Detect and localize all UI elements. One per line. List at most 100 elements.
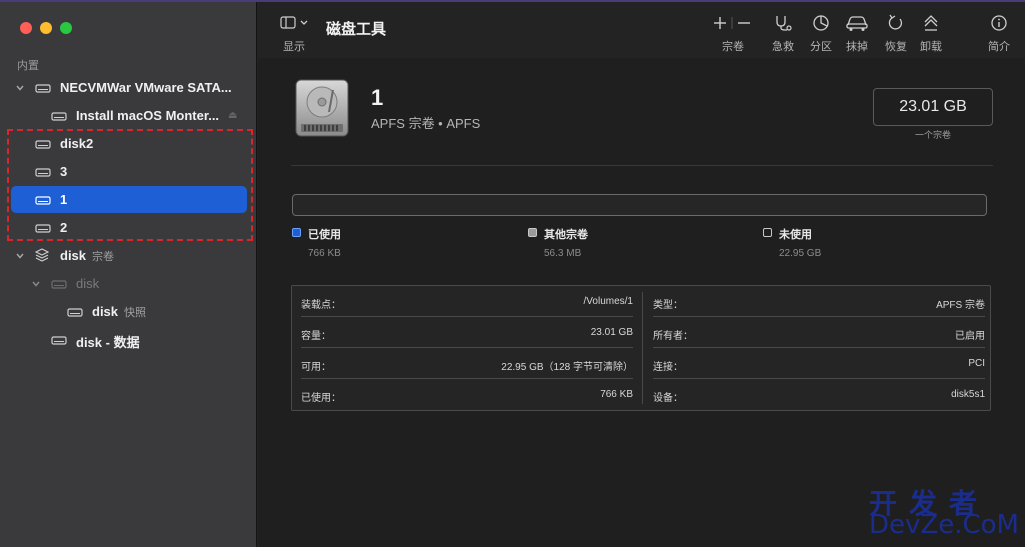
eject-icon[interactable]: ⏏ bbox=[228, 110, 237, 121]
info-value: 已启用 bbox=[955, 331, 985, 342]
drive-icon bbox=[35, 140, 51, 149]
app-title: 磁盘工具 bbox=[326, 21, 387, 38]
sidebar-item-label: 1 bbox=[60, 192, 68, 207]
view-toggle-button[interactable] bbox=[280, 14, 310, 32]
drive-icon bbox=[67, 308, 83, 317]
legend-used-value: 766 KB bbox=[308, 248, 341, 259]
usage-bar bbox=[292, 194, 987, 216]
info-row-capacity: 容量： 23.01 GB bbox=[301, 317, 633, 348]
sidebar-item-label: Install macOS Monter... bbox=[76, 108, 220, 123]
sidebar-item-volume-2[interactable]: 2 bbox=[11, 214, 247, 241]
drive-icon bbox=[51, 280, 67, 289]
drive-icon bbox=[35, 84, 51, 93]
info-key: 装载点： bbox=[301, 300, 341, 311]
drive-icon bbox=[35, 196, 51, 205]
sidebar-item-label: disk - 数据 bbox=[76, 335, 140, 350]
car-eraser-icon bbox=[846, 16, 868, 31]
sidebar-item-label: NECVMWar VMware SATA... bbox=[60, 80, 232, 95]
sidebar-item-disk2[interactable]: disk2 bbox=[11, 130, 247, 157]
legend-used-label: 已使用 bbox=[308, 229, 341, 241]
close-window-button[interactable] bbox=[20, 22, 32, 34]
info-key: 可用： bbox=[301, 362, 331, 373]
unmount-button[interactable] bbox=[921, 14, 941, 32]
sidebar-item-volume-1[interactable]: 1 bbox=[11, 186, 247, 213]
layers-icon bbox=[35, 248, 49, 262]
toolbar-label-volume: 宗卷 bbox=[722, 41, 744, 53]
used-swatch bbox=[292, 228, 301, 237]
sidebar-item-install-macos[interactable]: Install macOS Monter... ⏏ bbox=[11, 102, 247, 129]
sidebar-item-disk-volume[interactable]: disk bbox=[11, 270, 247, 297]
drive-icon bbox=[35, 168, 51, 177]
view-label: 显示 bbox=[283, 41, 305, 53]
info-icon bbox=[991, 15, 1007, 31]
info-value: /Volumes/1 bbox=[583, 296, 633, 307]
site-watermark: 开发者 DevZe.CoM bbox=[865, 482, 1025, 542]
volume-size-box: 23.01 GB bbox=[873, 88, 993, 126]
sidebar-item-physical-disk[interactable]: NECVMWar VMware SATA... bbox=[11, 74, 247, 101]
sidebar-item-label: disk 快照 bbox=[92, 304, 147, 319]
toolbar-label-erase: 抹掉 bbox=[846, 41, 868, 53]
minimize-window-button[interactable] bbox=[40, 22, 52, 34]
info-key: 所有者： bbox=[653, 331, 693, 342]
info-row-type: 类型： APFS 宗卷 bbox=[653, 286, 985, 317]
free-swatch bbox=[763, 228, 772, 237]
info-divider bbox=[642, 292, 643, 404]
sidebar-item-label: 3 bbox=[60, 164, 68, 179]
sidebar-item-disk-data[interactable]: disk - 数据 bbox=[11, 326, 247, 353]
toolbar-label-info: 简介 bbox=[988, 41, 1010, 53]
other-swatch bbox=[528, 228, 537, 237]
info-value: disk5s1 bbox=[951, 389, 985, 400]
toolbar-label-restore: 恢复 bbox=[885, 41, 907, 53]
volume-size-caption: 一个宗卷 bbox=[914, 130, 951, 140]
sidebar-item-label: disk 宗卷 bbox=[60, 248, 115, 263]
zoom-window-button[interactable] bbox=[60, 22, 72, 34]
restore-arrow-icon bbox=[888, 14, 903, 30]
info-value: APFS 宗卷 bbox=[936, 300, 985, 311]
drive-icon bbox=[35, 224, 51, 233]
chevron-down-icon[interactable] bbox=[15, 251, 25, 261]
stethoscope-icon bbox=[776, 16, 792, 31]
sidebar-item-label: disk2 bbox=[60, 136, 94, 151]
chevron-down-icon[interactable] bbox=[31, 279, 41, 289]
drive-icon bbox=[51, 336, 67, 345]
info-row-used: 已使用： 766 KB bbox=[301, 379, 633, 410]
divider bbox=[291, 165, 993, 166]
sidebar-item-disk-container[interactable]: disk 宗卷 bbox=[11, 242, 247, 269]
sidebar-item-volume-3[interactable]: 3 bbox=[11, 158, 247, 185]
plus-minus-icon bbox=[714, 17, 750, 29]
legend-other-value: 56.3 MB bbox=[544, 248, 582, 259]
toolbar: 显示 磁盘工具 宗卷 急救 分区 抹掉 恢复 卸载 简介 bbox=[258, 2, 1025, 58]
pie-chart-icon bbox=[813, 15, 829, 31]
sidebar: 内置 NECVMWar VMware SATA... Install macOS… bbox=[0, 2, 257, 547]
toolbar-label-unmount: 卸载 bbox=[920, 41, 942, 53]
info-column-right: 类型： APFS 宗卷 所有者： 已启用 连接： PCI 设备： disk5s1 bbox=[644, 286, 994, 412]
drive-icon bbox=[51, 112, 67, 121]
chevron-down-icon[interactable] bbox=[15, 83, 25, 93]
legend-free-label: 未使用 bbox=[779, 229, 812, 241]
info-row-connection: 连接： PCI bbox=[653, 348, 985, 379]
partition-button[interactable] bbox=[811, 14, 831, 32]
info-column-left: 装载点： /Volumes/1 容量： 23.01 GB 可用： 22.95 G… bbox=[292, 286, 642, 412]
sidebar-section-label: 内置 bbox=[17, 60, 39, 72]
hard-disk-icon bbox=[295, 79, 349, 137]
info-value: 23.01 GB bbox=[590, 327, 633, 338]
volume-name: 1 bbox=[371, 85, 384, 110]
erase-button[interactable] bbox=[845, 14, 869, 32]
volume-subtitle: APFS 宗卷 • APFS bbox=[371, 116, 481, 131]
info-key: 设备： bbox=[653, 393, 683, 404]
info-row-mount-point: 装载点： /Volumes/1 bbox=[301, 286, 633, 317]
sidebar-item-disk-snapshot[interactable]: disk 快照 bbox=[11, 298, 247, 325]
info-value: 22.95 GB（128 字节可清除） bbox=[501, 362, 633, 373]
info-value: PCI bbox=[968, 358, 985, 369]
main-panel: 1 APFS 宗卷 • APFS 23.01 GB 一个宗卷 已使用 766 K… bbox=[258, 58, 1025, 547]
info-button[interactable] bbox=[989, 14, 1009, 32]
sidebar-item-label: disk bbox=[76, 276, 100, 291]
toolbar-label-first-aid: 急救 bbox=[772, 41, 794, 53]
first-aid-button[interactable] bbox=[773, 14, 793, 32]
legend-free-value: 22.95 GB bbox=[779, 248, 822, 259]
restore-button[interactable] bbox=[886, 14, 906, 32]
add-remove-volume-button[interactable] bbox=[710, 14, 756, 32]
eject-icon bbox=[924, 15, 938, 31]
toolbar-label-partition: 分区 bbox=[810, 41, 832, 53]
info-table: 装载点： /Volumes/1 容量： 23.01 GB 可用： 22.95 G… bbox=[291, 285, 991, 411]
